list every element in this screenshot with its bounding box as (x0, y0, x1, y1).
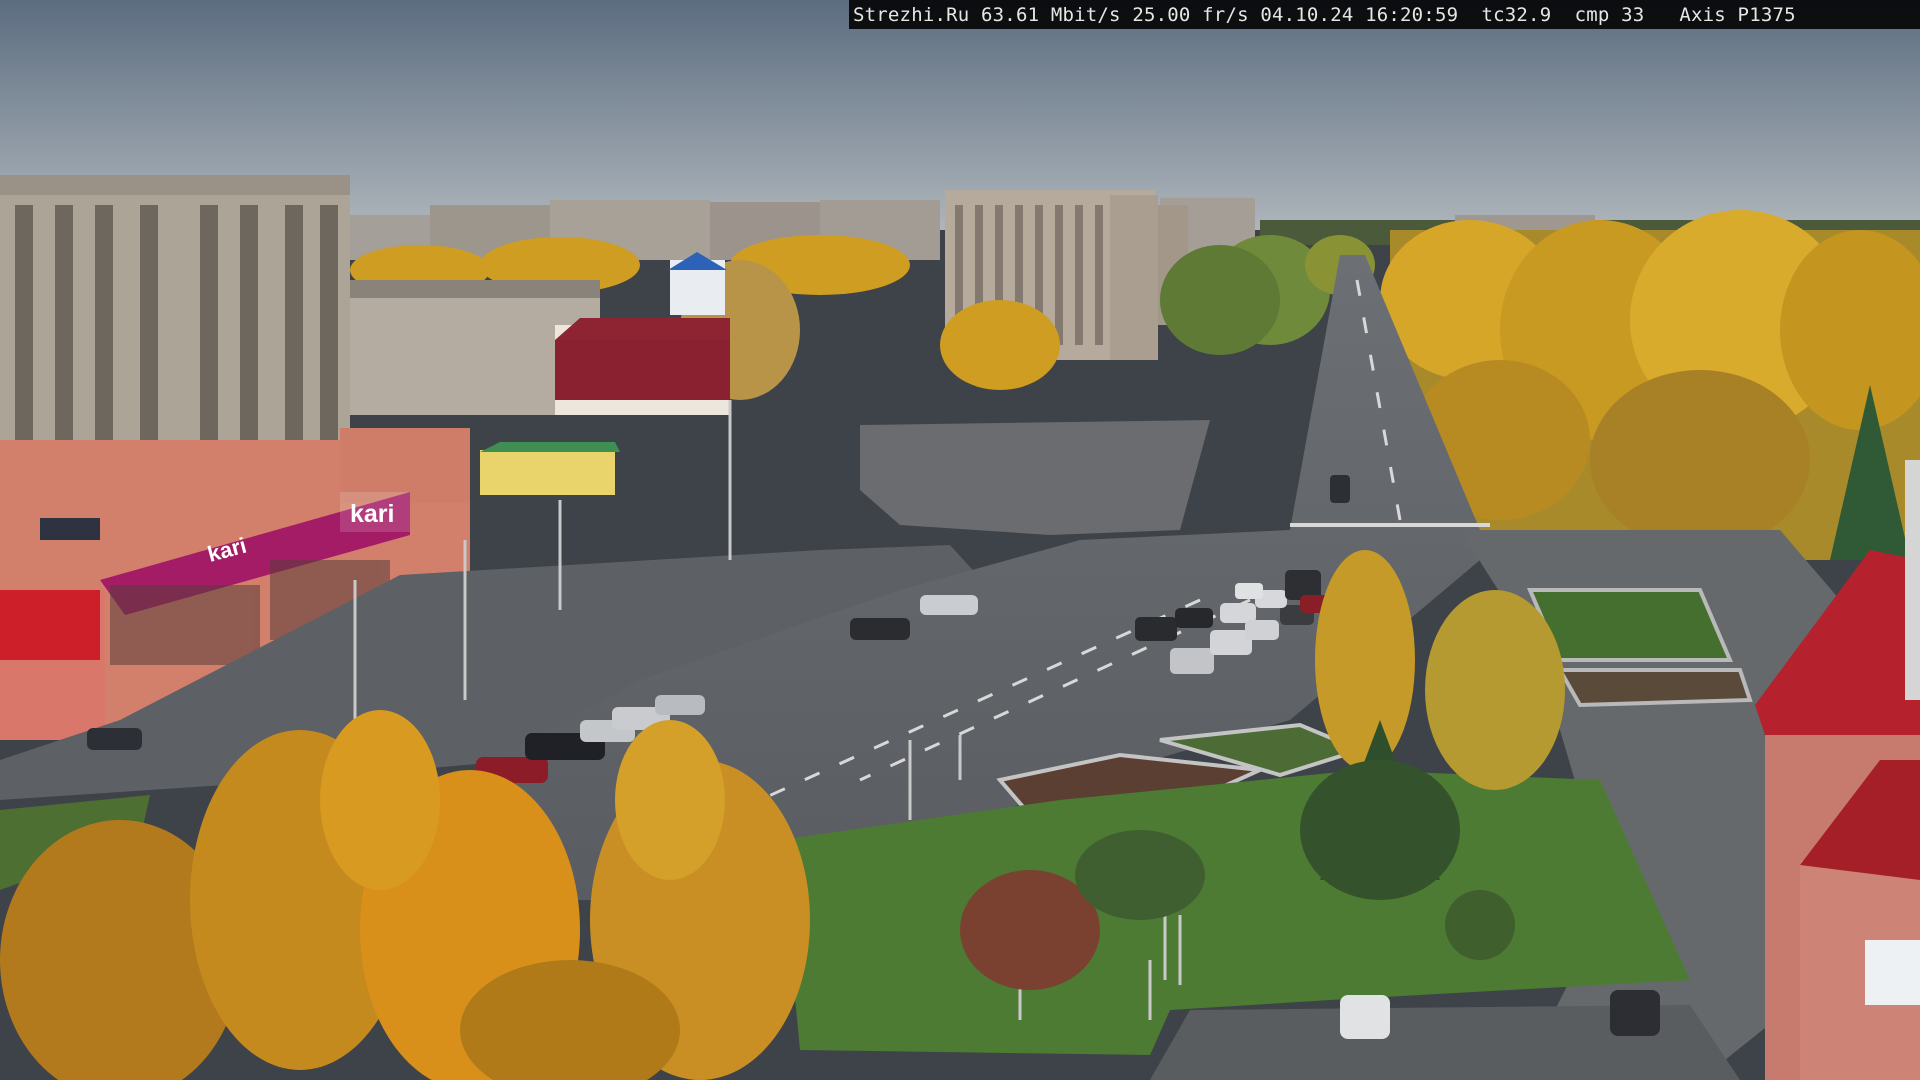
webcam-frame: kari kari Strezhi.Ru 63.61 Mbit/s 25.00 … (0, 0, 1920, 1080)
green-trees-center (1160, 245, 1280, 355)
camera-info-overlay: Strezhi.Ru 63.61 Mbit/s 25.00 fr/s 04.10… (849, 0, 1920, 29)
town-square (860, 420, 1210, 535)
pavilion (480, 442, 620, 495)
kari-store-logo: kari (350, 500, 394, 528)
city-scene: kari kari (0, 0, 1920, 1080)
camera-info-text: Strezhi.Ru 63.61 Mbit/s 25.00 fr/s 04.10… (853, 3, 1796, 26)
